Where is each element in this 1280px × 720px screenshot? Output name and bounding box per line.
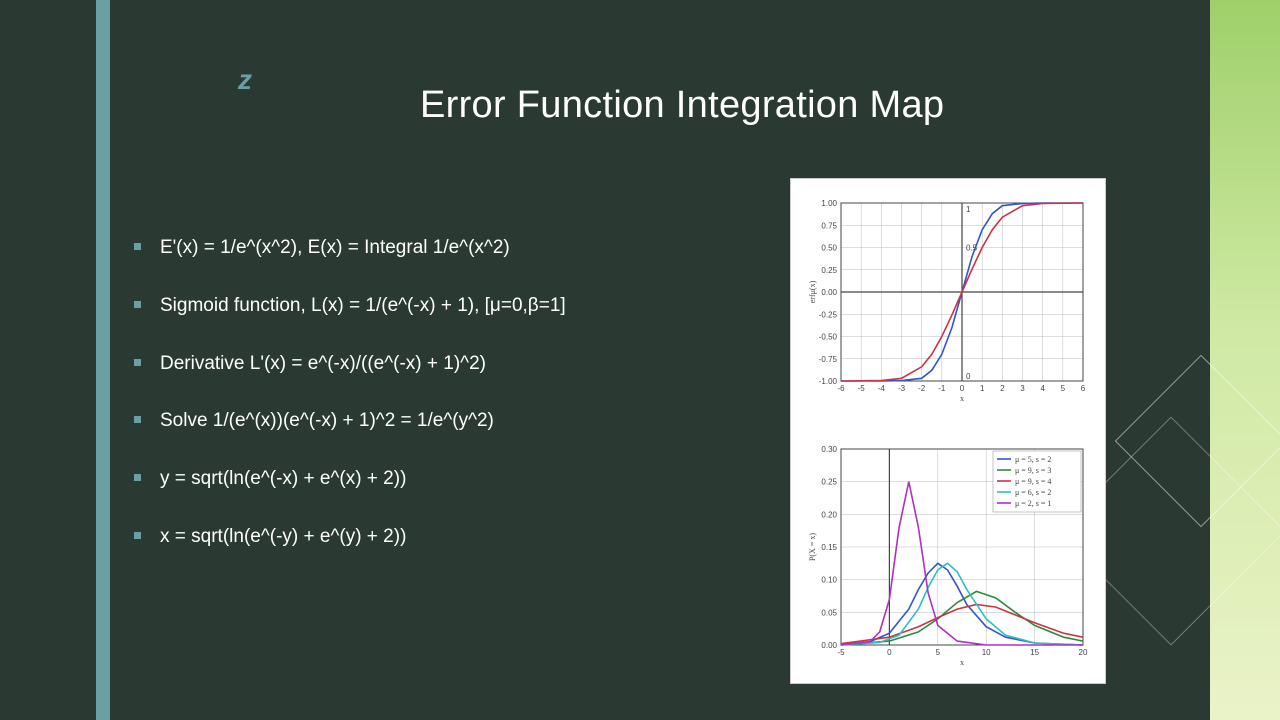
svg-text:0.15: 0.15 [821,543,837,552]
bullet-list: E'(x) = 1/e^(x^2), E(x) = Integral 1/e^(… [130,236,750,583]
svg-text:0.25: 0.25 [821,478,837,487]
svg-text:5: 5 [1061,384,1066,393]
svg-text:P(X = x): P(X = x) [808,533,817,561]
svg-text:μ = 2, s = 1: μ = 2, s = 1 [1015,499,1051,508]
svg-text:0: 0 [960,384,965,393]
svg-text:-4: -4 [878,384,886,393]
svg-text:-5: -5 [837,648,845,657]
bullet-item: y = sqrt(ln(e^(-x) + e^(x) + 2)) [130,467,750,491]
corner-mark: z [238,64,252,96]
svg-text:1.00: 1.00 [821,199,837,208]
svg-text:-0.75: -0.75 [819,355,838,364]
svg-text:0.5: 0.5 [966,244,978,253]
bullet-item: Derivative L'(x) = e^(-x)/((e^(-x) + 1)^… [130,352,750,376]
svg-text:0.20: 0.20 [821,510,837,519]
svg-text:0: 0 [887,648,892,657]
svg-text:μ = 5, s = 2: μ = 5, s = 2 [1015,455,1051,464]
svg-text:-0.25: -0.25 [819,310,838,319]
svg-text:15: 15 [1030,648,1039,657]
erf-chart: -6-5-4-3-2-10123456-1.00-0.75-0.50-0.250… [805,193,1093,405]
svg-text:0: 0 [966,372,971,381]
svg-text:4: 4 [1040,384,1045,393]
svg-text:μ = 6, s = 2: μ = 6, s = 2 [1015,488,1051,497]
svg-text:x: x [960,658,964,667]
bullet-item: E'(x) = 1/e^(x^2), E(x) = Integral 1/e^(… [130,236,750,260]
svg-text:0.25: 0.25 [821,266,837,275]
plots-panel: -6-5-4-3-2-10123456-1.00-0.75-0.50-0.250… [790,178,1106,684]
right-gradient-decor [1210,0,1280,720]
svg-text:1: 1 [980,384,985,393]
svg-text:2: 2 [1000,384,1005,393]
page-title: Error Function Integration Map [420,84,944,127]
svg-text:1: 1 [966,205,971,214]
svg-text:erfμ(x): erfμ(x) [808,280,817,303]
svg-text:10: 10 [982,648,991,657]
svg-text:0.10: 0.10 [821,576,837,585]
svg-text:0.50: 0.50 [821,244,837,253]
left-accent-bar [96,0,110,720]
slide: z Error Function Integration Map E'(x) =… [0,0,1280,720]
svg-text:20: 20 [1079,648,1088,657]
bullet-item: Solve 1/(e^(x))(e^(-x) + 1)^2 = 1/e^(y^2… [130,409,750,433]
bullet-item: Sigmoid function, L(x) = 1/(e^(-x) + 1),… [130,294,750,318]
bullet-item: x = sqrt(ln(e^(-y) + e^(y) + 2)) [130,525,750,549]
svg-text:-5: -5 [858,384,866,393]
svg-text:μ = 9, s = 4: μ = 9, s = 4 [1015,477,1051,486]
svg-text:0.30: 0.30 [821,445,837,454]
svg-text:-1: -1 [938,384,946,393]
svg-text:3: 3 [1020,384,1025,393]
svg-text:-1.00: -1.00 [819,377,838,386]
svg-text:-2: -2 [918,384,926,393]
svg-text:-6: -6 [837,384,845,393]
svg-text:x: x [960,394,964,403]
svg-text:0.05: 0.05 [821,608,837,617]
distribution-chart: -5 0 5 10 15 20 0.00 0.05 0.10 0.15 0.20 0.25 0.30 x P… [805,439,1093,669]
svg-text:0.75: 0.75 [821,221,837,230]
svg-text:0.00: 0.00 [821,288,837,297]
svg-text:-3: -3 [898,384,906,393]
svg-text:μ = 9, s = 3: μ = 9, s = 3 [1015,466,1051,475]
svg-text:0.00: 0.00 [821,641,837,650]
svg-text:5: 5 [936,648,941,657]
svg-text:-0.50: -0.50 [819,333,838,342]
svg-text:6: 6 [1081,384,1086,393]
